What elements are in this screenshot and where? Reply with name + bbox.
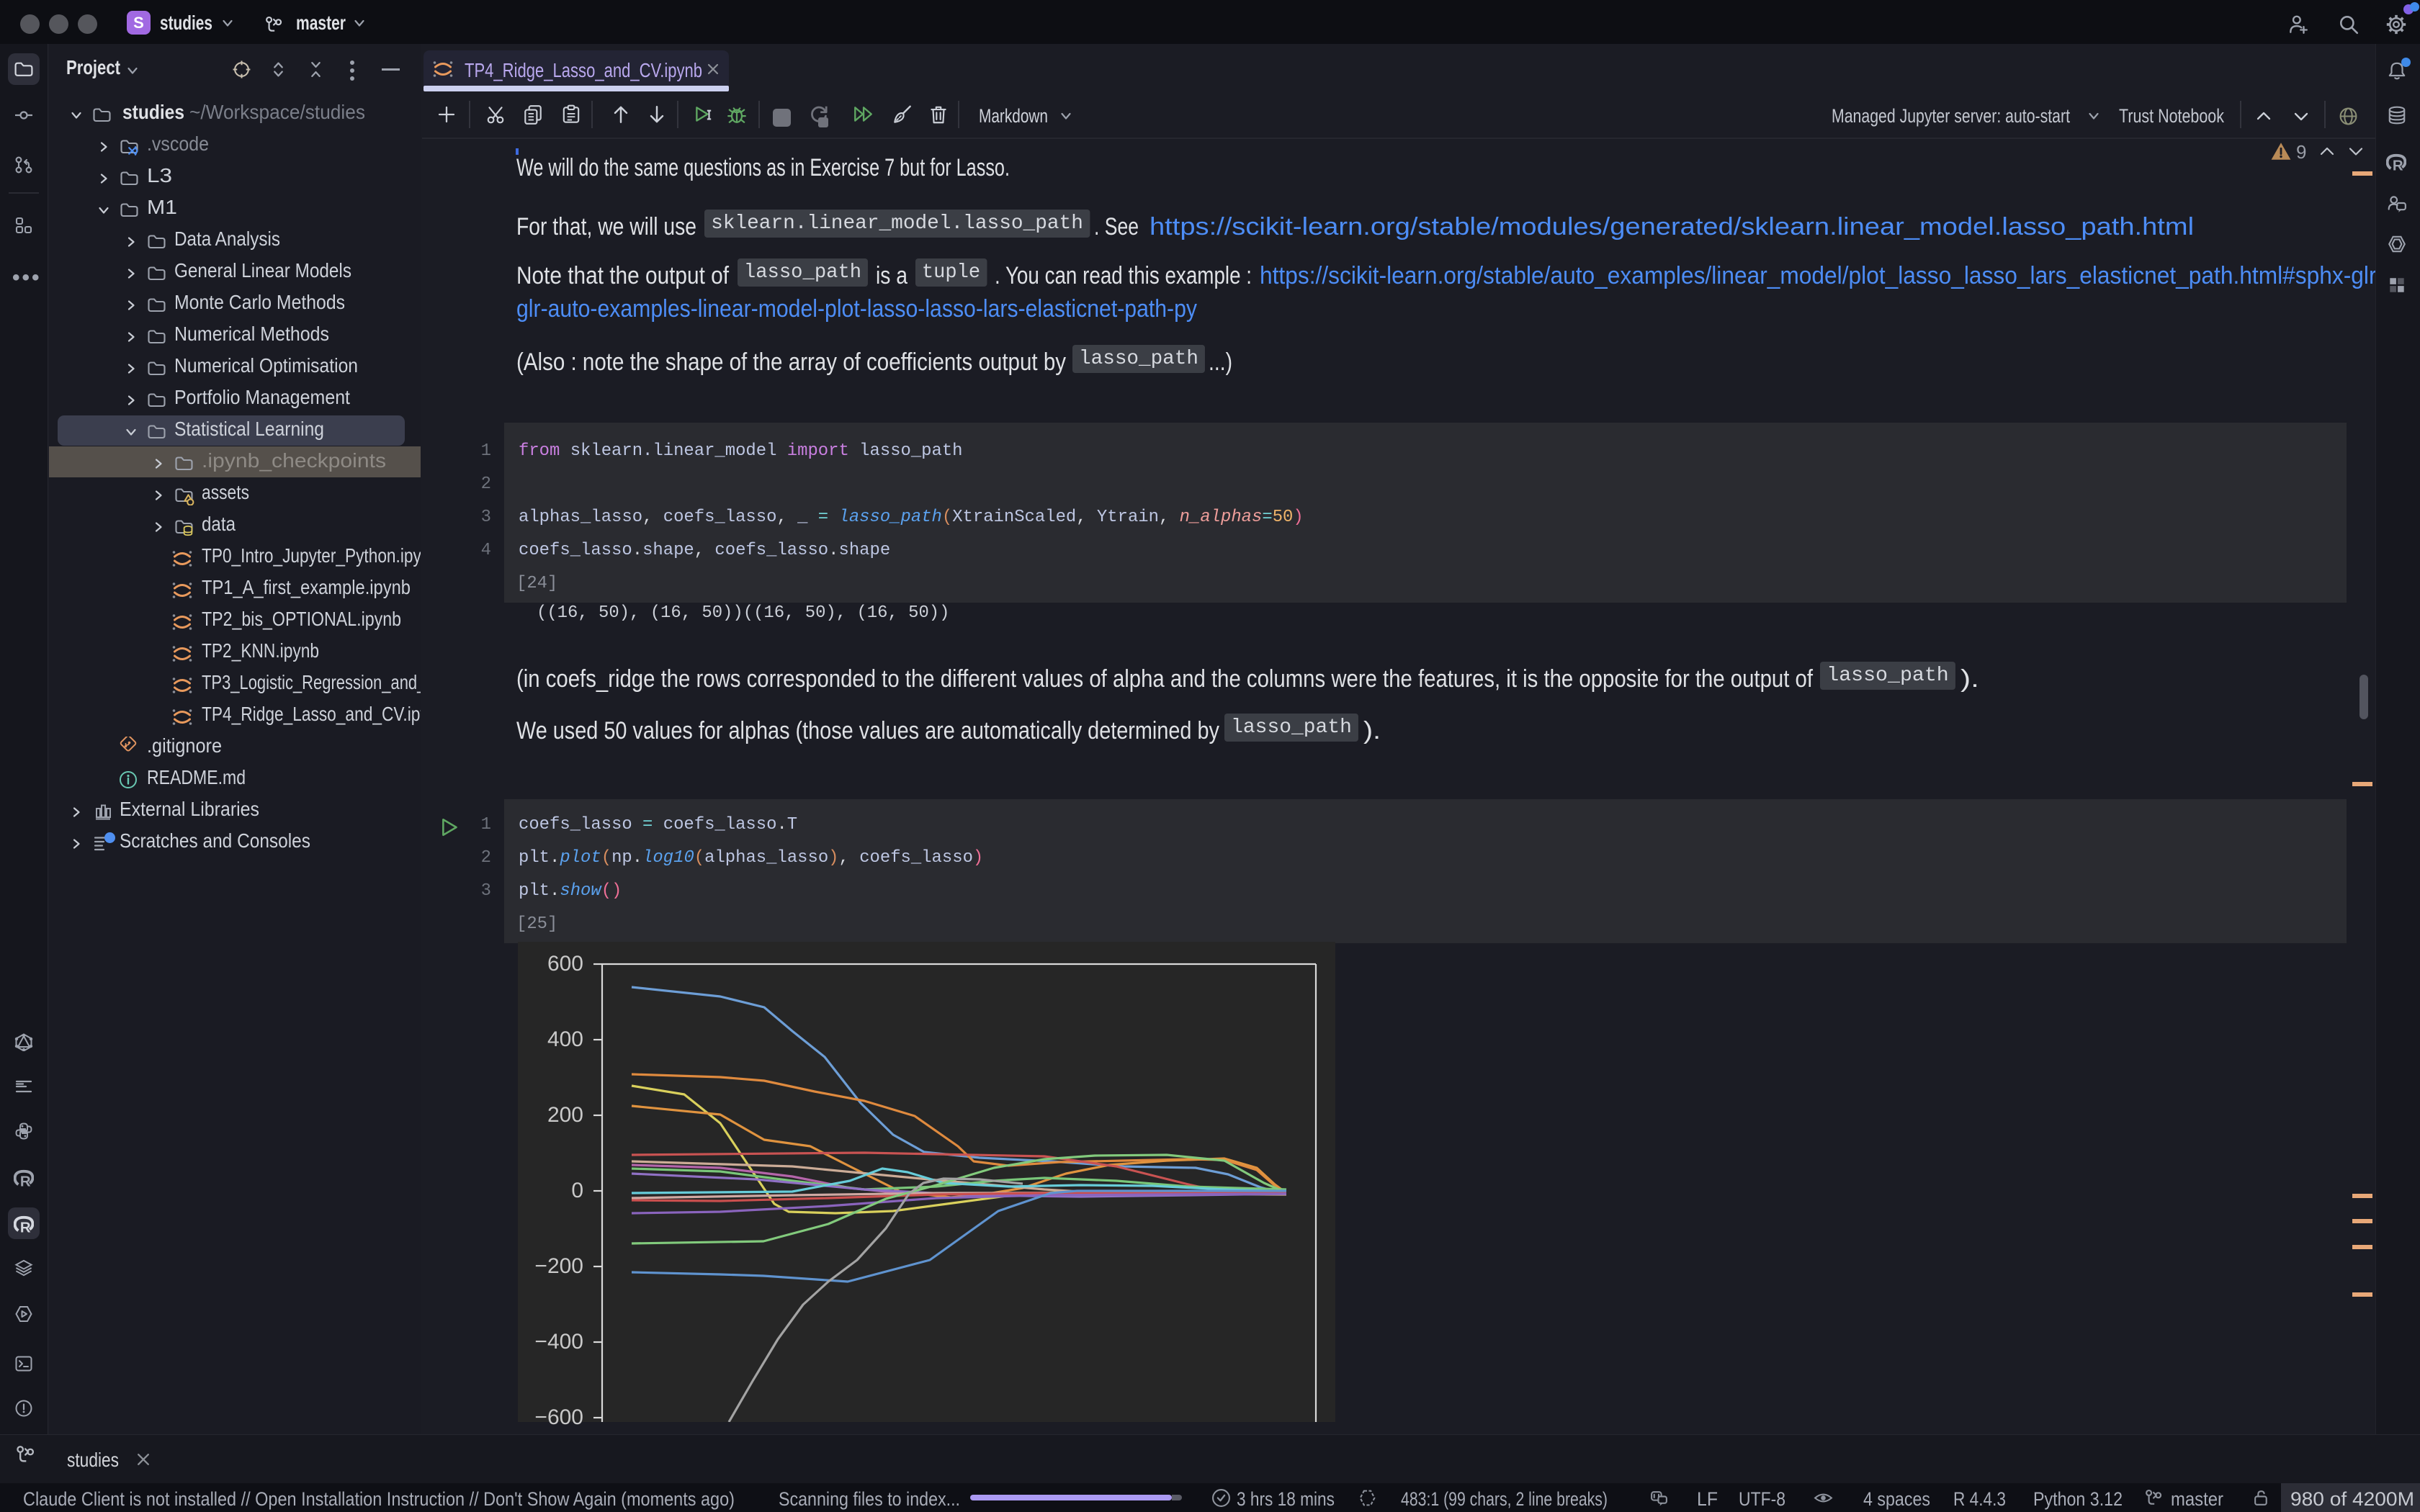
svg-text:R: R bbox=[2393, 157, 2403, 172]
svg-text:R: R bbox=[20, 1173, 31, 1188]
svg-text:R: R bbox=[20, 1219, 31, 1234]
